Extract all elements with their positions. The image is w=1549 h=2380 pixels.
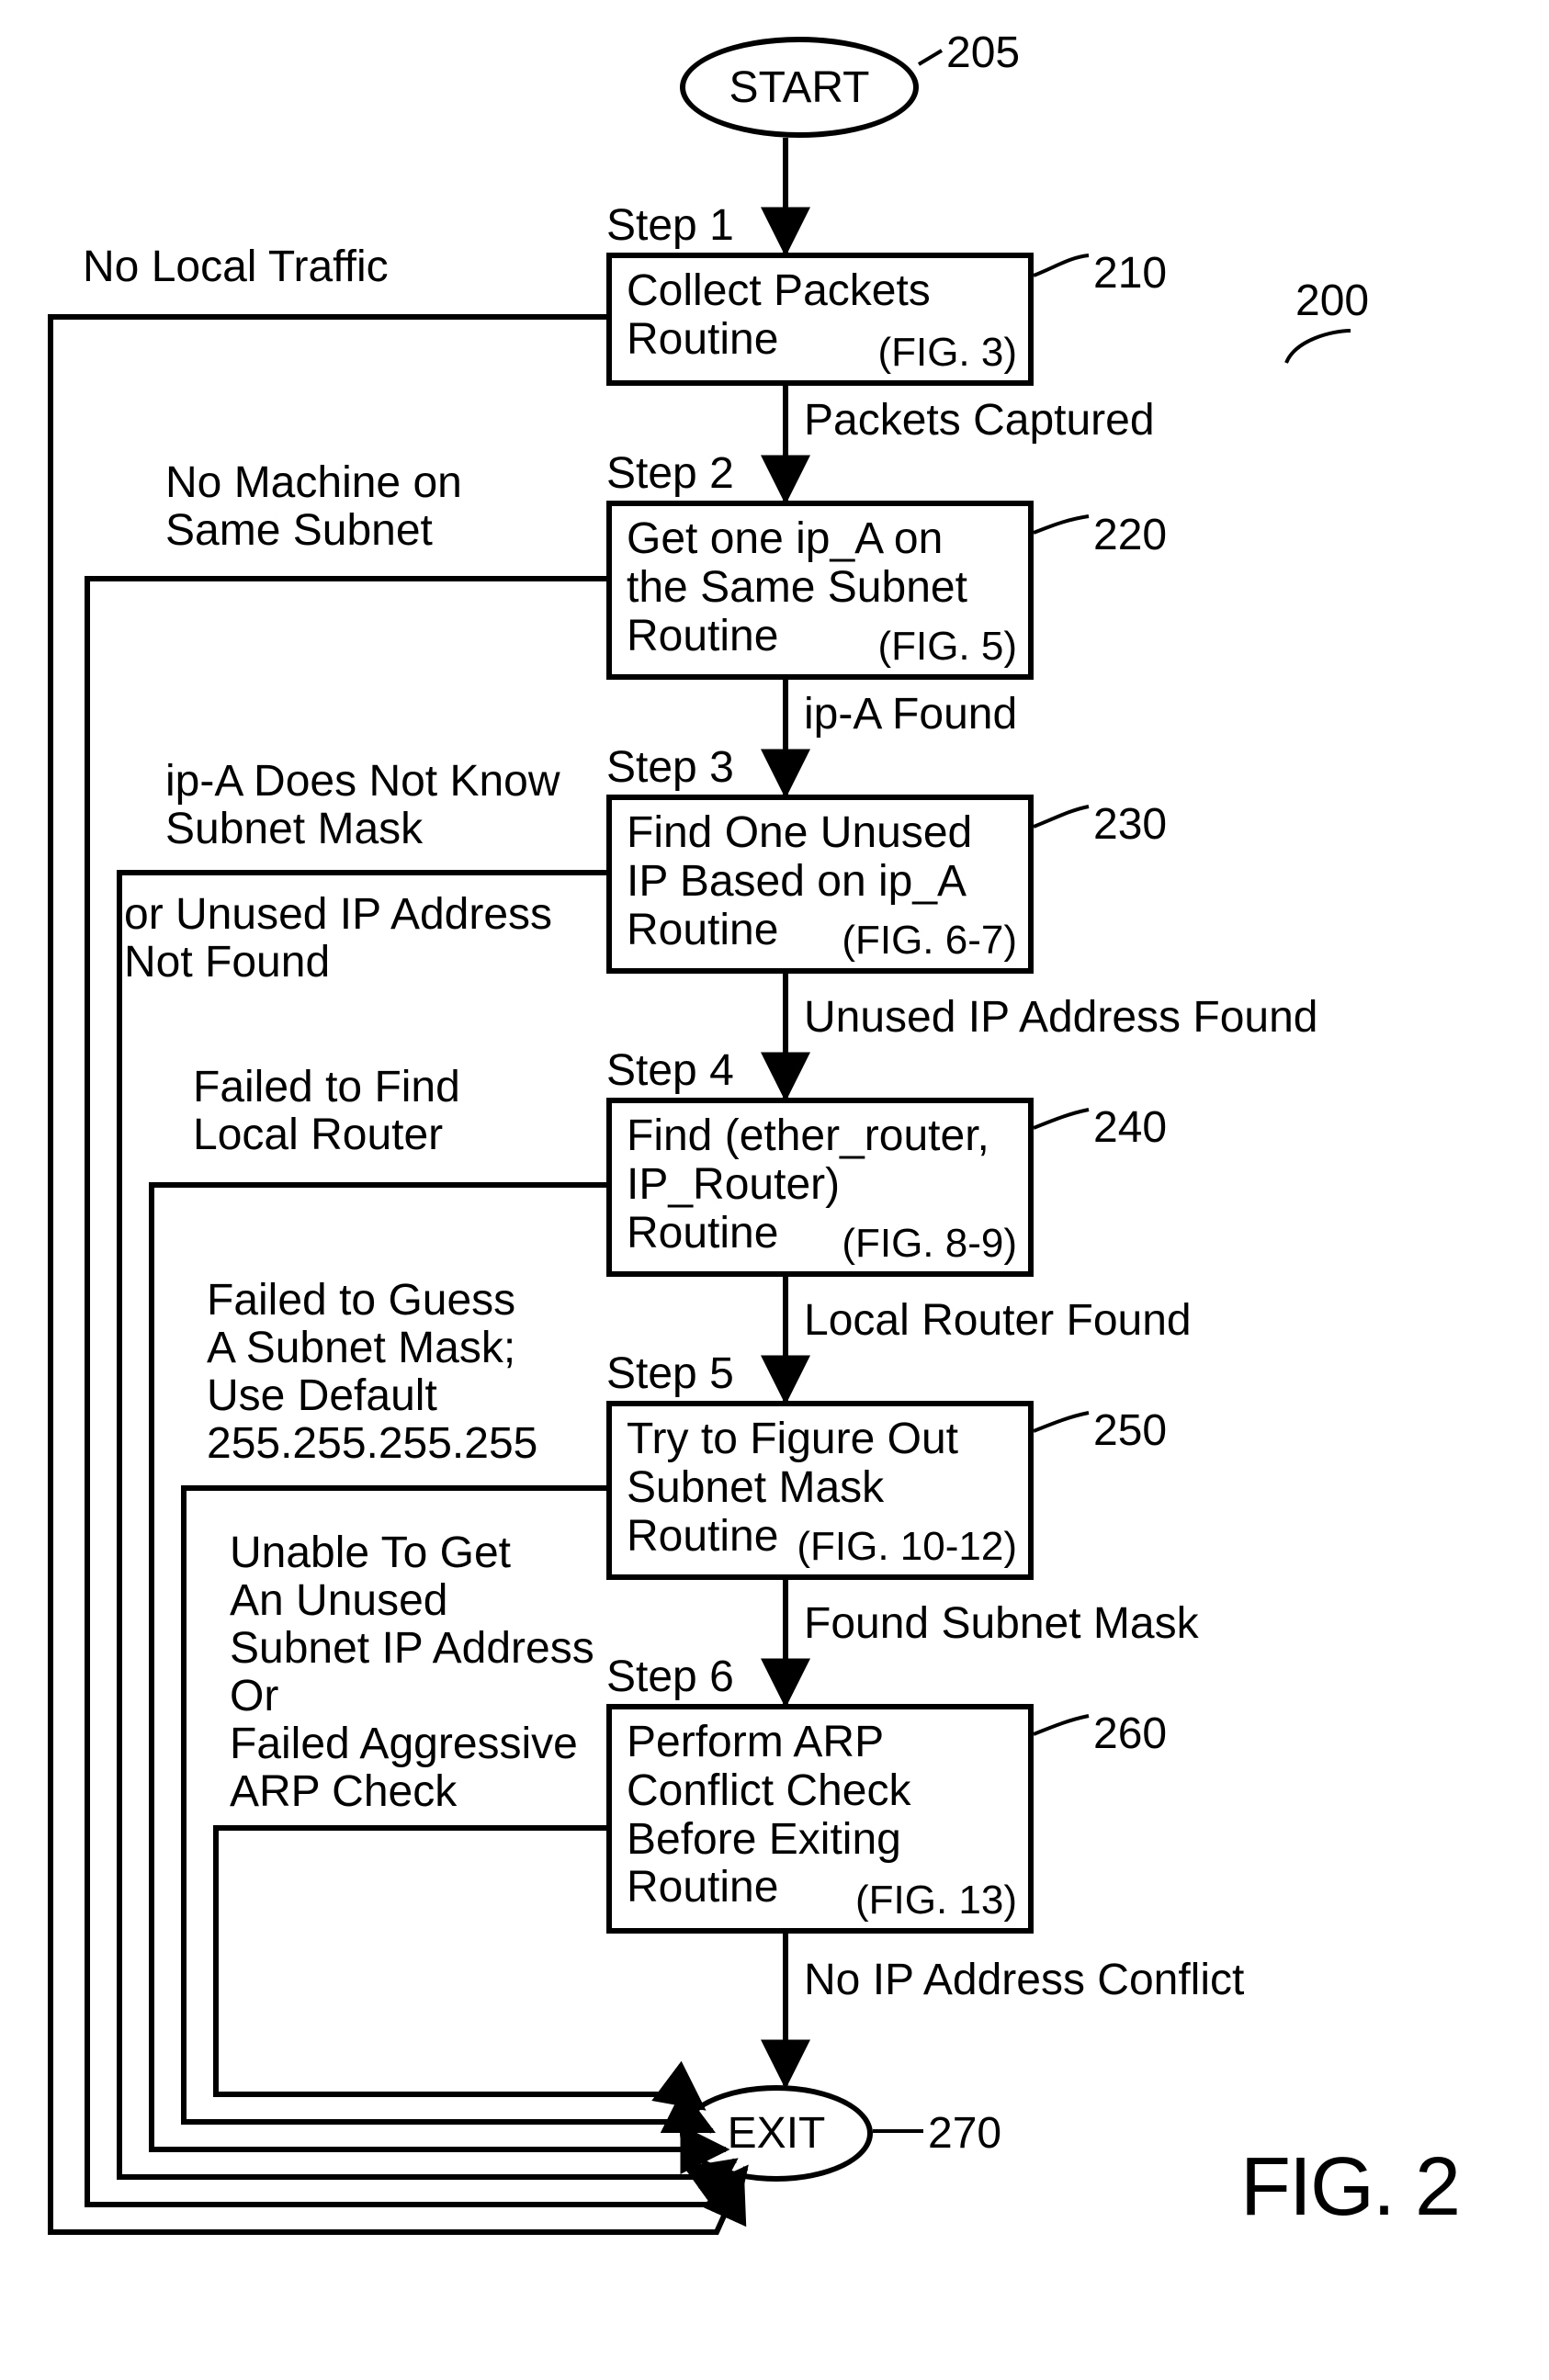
left-mask-l3: Use Default — [207, 1372, 437, 1421]
step3-fig: (FIG. 6-7) — [842, 919, 1017, 963]
left-ipa-l2: Subnet Mask — [165, 806, 423, 854]
left-arp-l2: An Unused — [230, 1577, 448, 1626]
step5-line2: Subnet Mask — [627, 1464, 1013, 1513]
step6-line1: Perform ARP — [627, 1719, 1013, 1767]
left-ipa-l3: or Unused IP Address — [124, 891, 552, 940]
step6-fig: (FIG. 13) — [855, 1878, 1017, 1923]
step4-line1: Find (ether_router, — [627, 1112, 1013, 1161]
ref-230: 230 — [1093, 799, 1167, 850]
step2-line2: the Same Subnet — [627, 564, 1013, 613]
step5-fig: (FIG. 10-12) — [797, 1525, 1017, 1569]
left-router-l1: Failed to Find — [193, 1064, 460, 1112]
ref-250: 250 — [1093, 1405, 1167, 1456]
figure-caption: FIG. 2 — [1240, 2140, 1459, 2235]
step6-box: Perform ARP Conflict Check Before Exitin… — [606, 1704, 1034, 1934]
step2-line1: Get one ip_A on — [627, 515, 1013, 564]
ref-200: 200 — [1295, 276, 1369, 326]
step2-fig: (FIG. 5) — [877, 625, 1017, 669]
exit-label: EXIT — [728, 2108, 826, 2159]
edge-no-conflict: No IP Address Conflict — [804, 1957, 1244, 2005]
left-no-machine-l1: No Machine on — [165, 459, 462, 508]
step2-box: Get one ip_A on the Same Subnet Routine … — [606, 501, 1034, 680]
step5-box: Try to Figure Out Subnet Mask Routine (F… — [606, 1401, 1034, 1580]
step1-box: Collect Packets Routine (FIG. 3) — [606, 253, 1034, 386]
step3-box: Find One Unused IP Based on ip_A Routine… — [606, 795, 1034, 974]
flowchart-stage: START 205 200 Step 1 Collect Packets Rou… — [0, 0, 1549, 2380]
edge-unused-found: Unused IP Address Found — [804, 994, 1317, 1043]
step5-caption: Step 5 — [606, 1350, 734, 1399]
left-arp-l4: Or — [230, 1673, 278, 1721]
step6-line2: Conflict Check — [627, 1767, 1013, 1816]
step3-caption: Step 3 — [606, 744, 734, 793]
ref-220: 220 — [1093, 510, 1167, 560]
step4-fig: (FIG. 8-9) — [842, 1222, 1017, 1266]
left-ipa-l4: Not Found — [124, 939, 330, 987]
step1-line1: Collect Packets — [627, 267, 1013, 316]
step3-line2: IP Based on ip_A — [627, 858, 1013, 907]
left-mask-l2: A Subnet Mask; — [207, 1325, 515, 1373]
left-mask-l1: Failed to Guess — [207, 1277, 515, 1325]
left-mask-l4: 255.255.255.255 — [207, 1420, 537, 1469]
step4-box: Find (ether_router, IP_Router) Routine (… — [606, 1098, 1034, 1277]
start-label: START — [729, 62, 870, 113]
step1-fig: (FIG. 3) — [877, 331, 1017, 375]
left-ipa-l1: ip-A Does Not Know — [165, 758, 560, 806]
ref-210: 210 — [1093, 248, 1167, 299]
step3-line1: Find One Unused — [627, 809, 1013, 858]
ref-205: 205 — [946, 28, 1020, 78]
left-arp-l5: Failed Aggressive — [230, 1720, 578, 1769]
step5-line1: Try to Figure Out — [627, 1416, 1013, 1464]
edge-packets-captured: Packets Captured — [804, 397, 1155, 446]
ref-240: 240 — [1093, 1102, 1167, 1153]
edge-router-found: Local Router Found — [804, 1297, 1192, 1346]
step4-line2: IP_Router) — [627, 1161, 1013, 1210]
left-router-l2: Local Router — [193, 1111, 443, 1160]
edge-subnet-found: Found Subnet Mask — [804, 1600, 1199, 1649]
ref-260: 260 — [1093, 1709, 1167, 1759]
edge-ipa-found: ip-A Found — [804, 691, 1017, 739]
left-arp-l6: ARP Check — [230, 1768, 457, 1817]
left-no-local-traffic: No Local Traffic — [83, 243, 389, 292]
step4-caption: Step 4 — [606, 1047, 734, 1096]
left-arp-l3: Subnet IP Address — [230, 1625, 594, 1674]
step6-caption: Step 6 — [606, 1653, 734, 1702]
start-terminator: START — [680, 37, 919, 138]
step6-line3: Before Exiting — [627, 1816, 1013, 1865]
left-arp-l1: Unable To Get — [230, 1529, 511, 1578]
exit-terminator: EXIT — [680, 2085, 873, 2182]
step2-caption: Step 2 — [606, 450, 734, 499]
step1-caption: Step 1 — [606, 202, 734, 251]
left-no-machine-l2: Same Subnet — [165, 507, 433, 556]
ref-270: 270 — [928, 2108, 1001, 2159]
